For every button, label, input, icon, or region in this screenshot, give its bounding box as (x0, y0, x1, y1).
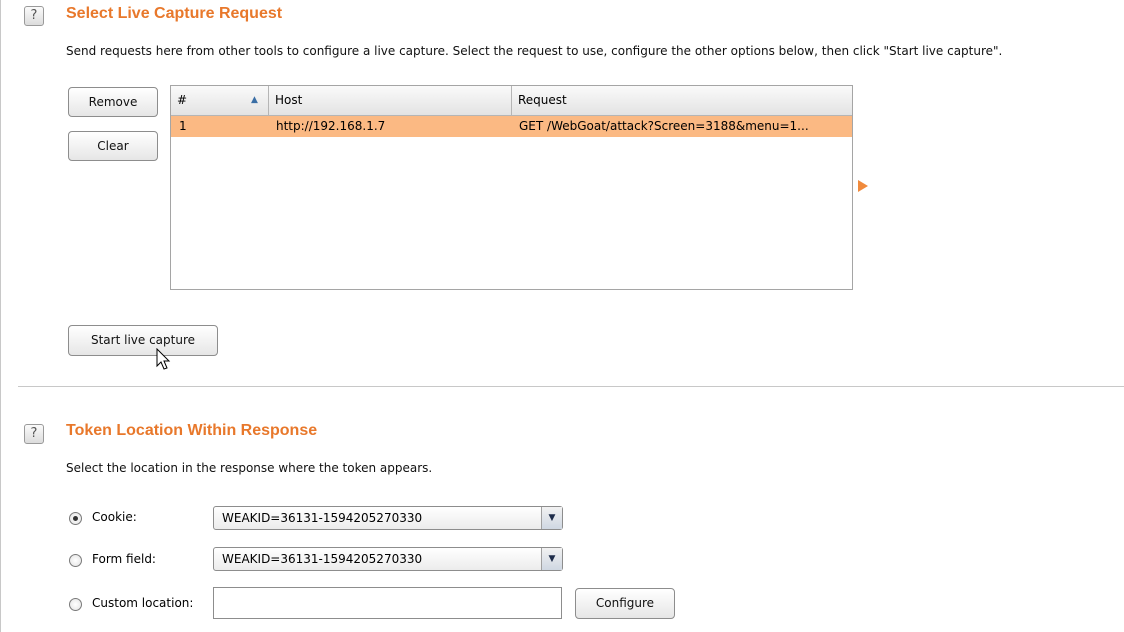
triangle-right-icon[interactable] (858, 180, 868, 192)
clear-button[interactable]: Clear (68, 131, 158, 161)
help-icon[interactable]: ? (24, 6, 44, 26)
column-header-host[interactable]: Host (269, 86, 512, 115)
chevron-down-icon[interactable]: ▼ (541, 507, 562, 529)
sort-ascending-icon: ▲ (251, 95, 258, 105)
column-header-request[interactable]: Request (512, 86, 852, 115)
form-field-select-value: WEAKID=36131-1594205270330 (222, 552, 423, 566)
section-title-token-location: Token Location Within Response (66, 422, 318, 439)
table-header: # ▲ Host Request (171, 86, 852, 116)
start-live-capture-button[interactable]: Start live capture (68, 325, 218, 356)
cookie-select[interactable]: WEAKID=36131-1594205270330 ▼ (213, 506, 563, 530)
custom-location-radio[interactable] (69, 598, 82, 611)
help-icon[interactable]: ? (24, 424, 44, 444)
cell-host: http://192.168.1.7 (276, 119, 386, 133)
left-border (0, 0, 1, 632)
column-header-number[interactable]: # ▲ (171, 86, 269, 115)
custom-location-field[interactable] (213, 587, 562, 619)
form-field-label: Form field: (92, 552, 156, 566)
form-field-select[interactable]: WEAKID=36131-1594205270330 ▼ (213, 547, 563, 571)
section-description: Send requests here from other tools to c… (66, 44, 1003, 58)
cookie-label: Cookie: (92, 510, 137, 524)
custom-location-label: Custom location: (92, 596, 194, 610)
cell-request: GET /WebGoat/attack?Screen=3188&menu=1..… (519, 119, 809, 133)
section-description: Select the location in the response wher… (66, 461, 433, 475)
section-divider (18, 386, 1124, 387)
form-field-radio[interactable] (69, 554, 82, 567)
remove-button[interactable]: Remove (68, 87, 158, 117)
chevron-down-icon[interactable]: ▼ (541, 548, 562, 570)
section-title-live-capture: Select Live Capture Request (66, 5, 283, 22)
cookie-radio[interactable] (69, 512, 82, 525)
configure-button[interactable]: Configure (575, 588, 675, 619)
table-row[interactable]: 1 http://192.168.1.7 GET /WebGoat/attack… (171, 116, 852, 137)
cookie-select-value: WEAKID=36131-1594205270330 (222, 511, 423, 525)
cell-number: 1 (179, 119, 187, 133)
mouse-pointer-icon (156, 348, 171, 370)
requests-table[interactable]: # ▲ Host Request 1 http://192.168.1.7 GE… (170, 85, 853, 290)
column-label: # (177, 93, 188, 107)
